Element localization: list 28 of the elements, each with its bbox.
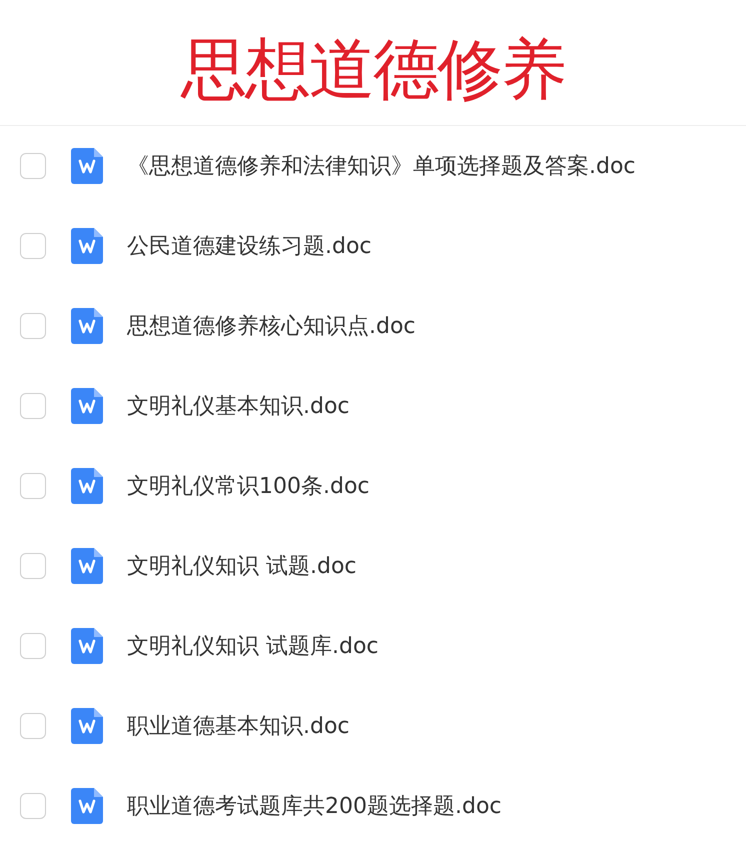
checkbox[interactable] [20,313,46,339]
checkbox[interactable] [20,553,46,579]
file-name[interactable]: 文明礼仪基本知识.doc [127,391,350,421]
page-title: 思想道德修养 [181,34,565,107]
file-name[interactable]: 文明礼仪知识 试题.doc [127,551,357,581]
word-document-icon [71,628,103,664]
checkbox[interactable] [20,713,46,739]
file-name[interactable]: 公民道德建设练习题.doc [127,231,372,261]
word-document-icon [71,308,103,344]
word-document-icon [71,708,103,744]
word-document-icon [71,788,103,824]
checkbox[interactable] [20,153,46,179]
word-document-icon [71,388,103,424]
file-name[interactable]: 思想道德修养核心知识点.doc [127,311,416,341]
checkbox[interactable] [20,793,46,819]
file-name[interactable]: 《思想道德修养和法律知识》单项选择题及答案.doc [127,151,636,181]
file-name[interactable]: 文明礼仪知识 试题库.doc [127,631,379,661]
word-document-icon [71,228,103,264]
checkbox[interactable] [20,233,46,259]
checkbox[interactable] [20,393,46,419]
file-name[interactable]: 职业道德考试题库共200题选择题.doc [127,791,502,821]
word-document-icon [71,148,103,184]
file-name[interactable]: 职业道德基本知识.doc [127,711,350,741]
word-document-icon [71,468,103,504]
word-document-icon [71,548,103,584]
checkbox[interactable] [20,473,46,499]
file-name[interactable]: 文明礼仪常识100条.doc [127,471,370,501]
checkbox[interactable] [20,633,46,659]
